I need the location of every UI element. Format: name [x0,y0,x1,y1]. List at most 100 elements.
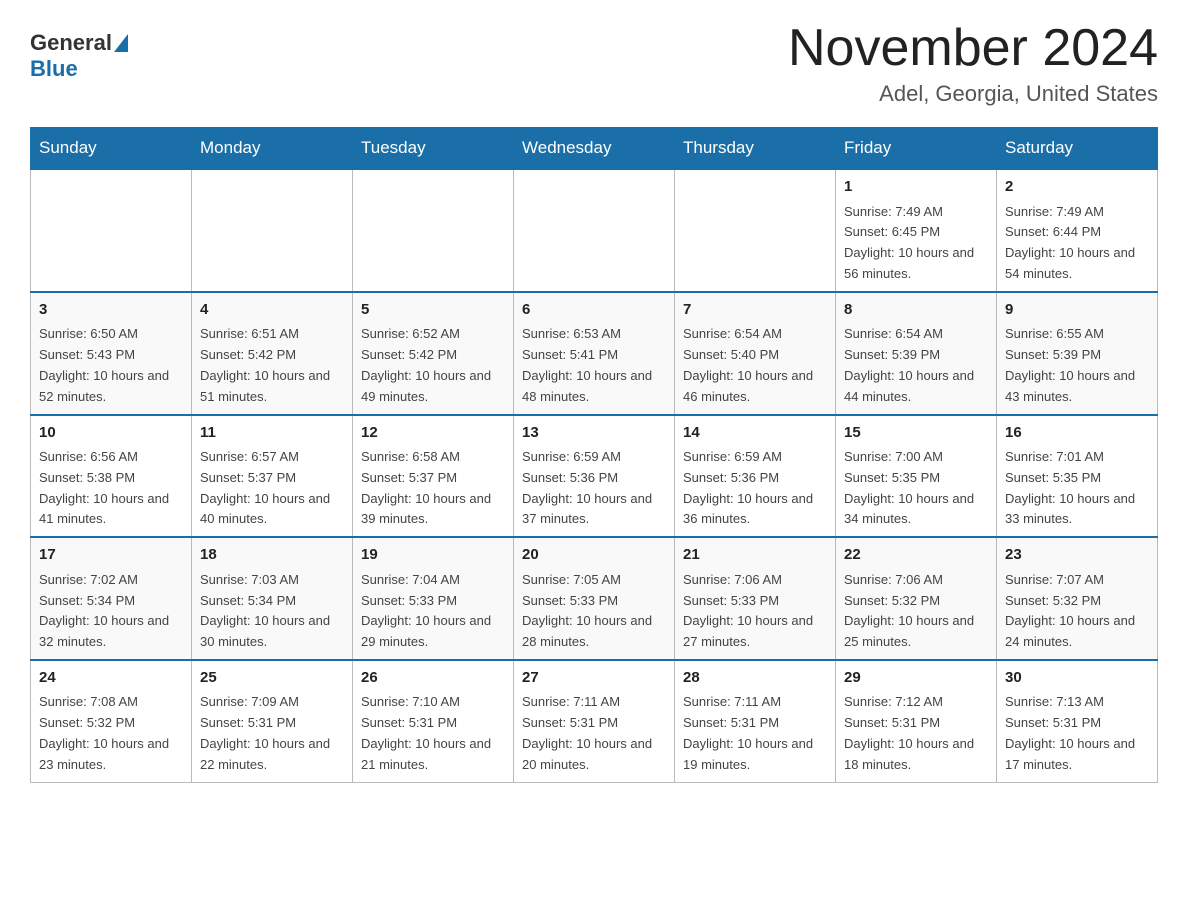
day-info: Sunrise: 7:06 AM Sunset: 5:33 PM Dayligh… [683,570,827,653]
day-number: 5 [361,299,505,322]
day-number: 27 [522,667,666,690]
day-number: 12 [361,422,505,445]
day-info: Sunrise: 7:06 AM Sunset: 5:32 PM Dayligh… [844,570,988,653]
calendar-header-row: SundayMondayTuesdayWednesdayThursdayFrid… [31,128,1158,170]
day-number: 22 [844,544,988,567]
day-number: 23 [1005,544,1149,567]
day-info: Sunrise: 6:55 AM Sunset: 5:39 PM Dayligh… [1005,324,1149,407]
calendar-day-cell: 13Sunrise: 6:59 AM Sunset: 5:36 PM Dayli… [514,415,675,538]
calendar-day-cell: 12Sunrise: 6:58 AM Sunset: 5:37 PM Dayli… [353,415,514,538]
day-info: Sunrise: 7:10 AM Sunset: 5:31 PM Dayligh… [361,692,505,775]
calendar-week-row: 1Sunrise: 7:49 AM Sunset: 6:45 PM Daylig… [31,169,1158,292]
calendar-day-cell: 29Sunrise: 7:12 AM Sunset: 5:31 PM Dayli… [836,660,997,782]
day-info: Sunrise: 7:09 AM Sunset: 5:31 PM Dayligh… [200,692,344,775]
day-number: 30 [1005,667,1149,690]
day-info: Sunrise: 6:59 AM Sunset: 5:36 PM Dayligh… [522,447,666,530]
day-number: 20 [522,544,666,567]
day-number: 14 [683,422,827,445]
calendar-day-cell: 26Sunrise: 7:10 AM Sunset: 5:31 PM Dayli… [353,660,514,782]
day-info: Sunrise: 7:11 AM Sunset: 5:31 PM Dayligh… [683,692,827,775]
calendar-week-row: 3Sunrise: 6:50 AM Sunset: 5:43 PM Daylig… [31,292,1158,415]
calendar-day-cell: 2 Sunrise: 7:49 AM Sunset: 6:44 PM Daylig… [997,169,1158,292]
calendar-day-cell: 14Sunrise: 6:59 AM Sunset: 5:36 PM Dayli… [675,415,836,538]
calendar-day-cell [675,169,836,292]
calendar-day-cell: 1Sunrise: 7:49 AM Sunset: 6:45 PM Daylig… [836,169,997,292]
column-header-thursday: Thursday [675,128,836,170]
calendar-day-cell: 4Sunrise: 6:51 AM Sunset: 5:42 PM Daylig… [192,292,353,415]
day-number: 11 [200,422,344,445]
column-header-saturday: Saturday [997,128,1158,170]
day-info: Sunrise: 7:04 AM Sunset: 5:33 PM Dayligh… [361,570,505,653]
day-info: Sunrise: 7:00 AM Sunset: 5:35 PM Dayligh… [844,447,988,530]
page-header: General Blue November 2024 Adel, Georgia… [30,20,1158,107]
calendar-day-cell: 24Sunrise: 7:08 AM Sunset: 5:32 PM Dayli… [31,660,192,782]
calendar-day-cell [192,169,353,292]
day-number: 2 [1005,176,1149,199]
day-number: 1 [844,176,988,199]
day-number: 21 [683,544,827,567]
day-number: 19 [361,544,505,567]
day-info: Sunrise: 6:52 AM Sunset: 5:42 PM Dayligh… [361,324,505,407]
calendar-day-cell: 6Sunrise: 6:53 AM Sunset: 5:41 PM Daylig… [514,292,675,415]
calendar-day-cell: 5Sunrise: 6:52 AM Sunset: 5:42 PM Daylig… [353,292,514,415]
day-info: Sunrise: 7:12 AM Sunset: 5:31 PM Dayligh… [844,692,988,775]
day-info: Sunrise: 6:50 AM Sunset: 5:43 PM Dayligh… [39,324,183,407]
day-info: Sunrise: 6:57 AM Sunset: 5:37 PM Dayligh… [200,447,344,530]
day-info: Sunrise: 7:13 AM Sunset: 5:31 PM Dayligh… [1005,692,1149,775]
calendar-day-cell: 7Sunrise: 6:54 AM Sunset: 5:40 PM Daylig… [675,292,836,415]
day-info: Sunrise: 7:02 AM Sunset: 5:34 PM Dayligh… [39,570,183,653]
day-number: 6 [522,299,666,322]
day-info: Sunrise: 6:59 AM Sunset: 5:36 PM Dayligh… [683,447,827,530]
calendar-week-row: 17Sunrise: 7:02 AM Sunset: 5:34 PM Dayli… [31,537,1158,660]
calendar-day-cell: 21 Sunrise: 7:06 AM Sunset: 5:33 PM Dayli… [675,537,836,660]
calendar-day-cell [353,169,514,292]
calendar-week-row: 10Sunrise: 6:56 AM Sunset: 5:38 PM Dayli… [31,415,1158,538]
day-info: Sunrise: 6:54 AM Sunset: 5:40 PM Dayligh… [683,324,827,407]
logo: General Blue [30,30,128,82]
day-number: 7 [683,299,827,322]
logo-blue-text: Blue [30,56,78,82]
day-info: Sunrise: 7:11 AM Sunset: 5:31 PM Dayligh… [522,692,666,775]
day-number: 3 [39,299,183,322]
calendar-table: SundayMondayTuesdayWednesdayThursdayFrid… [30,127,1158,782]
day-number: 26 [361,667,505,690]
day-info: Sunrise: 6:51 AM Sunset: 5:42 PM Dayligh… [200,324,344,407]
calendar-day-cell: 23Sunrise: 7:07 AM Sunset: 5:32 PM Dayli… [997,537,1158,660]
calendar-day-cell: 17Sunrise: 7:02 AM Sunset: 5:34 PM Dayli… [31,537,192,660]
calendar-day-cell: 18 Sunrise: 7:03 AM Sunset: 5:34 PM Dayli… [192,537,353,660]
day-info: Sunrise: 7:03 AM Sunset: 5:34 PM Dayligh… [200,570,344,653]
month-title: November 2024 [788,20,1158,77]
calendar-day-cell: 25Sunrise: 7:09 AM Sunset: 5:31 PM Dayli… [192,660,353,782]
day-info: Sunrise: 7:05 AM Sunset: 5:33 PM Dayligh… [522,570,666,653]
day-number: 10 [39,422,183,445]
column-header-monday: Monday [192,128,353,170]
location-title: Adel, Georgia, United States [788,81,1158,107]
calendar-week-row: 24Sunrise: 7:08 AM Sunset: 5:32 PM Dayli… [31,660,1158,782]
calendar-day-cell [31,169,192,292]
calendar-day-cell: 3Sunrise: 6:50 AM Sunset: 5:43 PM Daylig… [31,292,192,415]
day-number: 18 [200,544,344,567]
day-number: 9 [1005,299,1149,322]
day-info: Sunrise: 6:53 AM Sunset: 5:41 PM Dayligh… [522,324,666,407]
calendar-day-cell: 30Sunrise: 7:13 AM Sunset: 5:31 PM Dayli… [997,660,1158,782]
title-area: November 2024 Adel, Georgia, United Stat… [788,20,1158,107]
calendar-day-cell: 20 Sunrise: 7:05 AM Sunset: 5:33 PM Dayli… [514,537,675,660]
day-info: Sunrise: 7:08 AM Sunset: 5:32 PM Dayligh… [39,692,183,775]
calendar-day-cell: 9Sunrise: 6:55 AM Sunset: 5:39 PM Daylig… [997,292,1158,415]
day-number: 13 [522,422,666,445]
day-number: 16 [1005,422,1149,445]
calendar-day-cell: 19 Sunrise: 7:04 AM Sunset: 5:33 PM Dayli… [353,537,514,660]
day-number: 4 [200,299,344,322]
calendar-day-cell: 15Sunrise: 7:00 AM Sunset: 5:35 PM Dayli… [836,415,997,538]
day-info: Sunrise: 7:01 AM Sunset: 5:35 PM Dayligh… [1005,447,1149,530]
calendar-day-cell: 10Sunrise: 6:56 AM Sunset: 5:38 PM Dayli… [31,415,192,538]
day-number: 29 [844,667,988,690]
calendar-day-cell: 16Sunrise: 7:01 AM Sunset: 5:35 PM Dayli… [997,415,1158,538]
day-info: Sunrise: 6:54 AM Sunset: 5:39 PM Dayligh… [844,324,988,407]
day-number: 24 [39,667,183,690]
calendar-day-cell: 28Sunrise: 7:11 AM Sunset: 5:31 PM Dayli… [675,660,836,782]
day-info: Sunrise: 6:58 AM Sunset: 5:37 PM Dayligh… [361,447,505,530]
day-number: 25 [200,667,344,690]
day-info: Sunrise: 7:49 AM Sunset: 6:44 PM Dayligh… [1005,202,1149,285]
logo-triangle-icon [114,34,128,52]
